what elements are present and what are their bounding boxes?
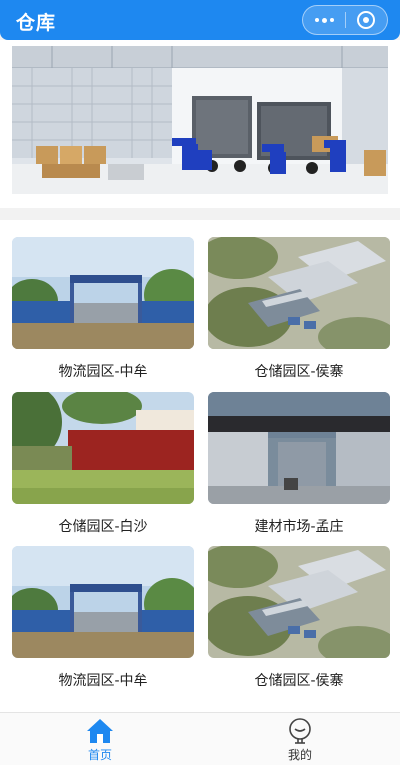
tab-home[interactable]: 首页 bbox=[0, 713, 200, 765]
warehouse-thumbnail bbox=[12, 237, 194, 349]
bottom-tab-bar: 首页 我的 bbox=[0, 712, 400, 765]
warehouse-name: 仓储园区-侯寨 bbox=[254, 673, 344, 689]
warehouse-thumbnail bbox=[208, 237, 390, 349]
warehouse-name: 仓储园区-侯寨 bbox=[254, 364, 344, 380]
page-title: 仓库 bbox=[16, 12, 57, 34]
warehouse-thumbnail bbox=[12, 392, 194, 504]
tab-mine-label: 我的 bbox=[287, 748, 312, 762]
tab-home-label: 首页 bbox=[87, 748, 112, 762]
home-icon bbox=[87, 719, 113, 743]
warehouse-card[interactable]: 物流园区-中牟 bbox=[12, 237, 194, 380]
warehouse-thumbnail bbox=[208, 546, 390, 658]
warehouse-name: 仓储园区-白沙 bbox=[58, 519, 148, 535]
warehouse-grid: 物流园区-中牟 仓储园区-侯寨 仓储园区-白沙 建材市场-孟庄 物流园区-中牟 … bbox=[0, 220, 400, 712]
warehouse-card[interactable]: 建材市场-孟庄 bbox=[208, 392, 390, 535]
mini-program-capsule bbox=[302, 5, 388, 35]
warehouse-thumbnail bbox=[208, 392, 390, 504]
warehouse-card[interactable]: 仓储园区-白沙 bbox=[12, 392, 194, 535]
top-navigation-bar: 仓库 bbox=[0, 0, 400, 40]
warehouse-thumbnail bbox=[12, 546, 194, 658]
warehouse-name: 物流园区-中牟 bbox=[58, 673, 148, 689]
warehouse-card[interactable]: 仓储园区-侯寨 bbox=[208, 546, 390, 689]
warehouse-card[interactable]: 物流园区-中牟 bbox=[12, 546, 194, 689]
warehouse-card[interactable]: 仓储园区-侯寨 bbox=[208, 237, 390, 380]
target-close-icon[interactable] bbox=[346, 6, 387, 34]
warehouse-name: 建材市场-孟庄 bbox=[254, 519, 344, 535]
warehouse-name: 物流园区-中牟 bbox=[58, 364, 148, 380]
banner-section bbox=[0, 40, 400, 208]
more-dots-icon[interactable] bbox=[303, 6, 345, 34]
tab-mine[interactable]: 我的 bbox=[200, 713, 400, 765]
warehouse-banner-image[interactable] bbox=[12, 46, 388, 194]
user-icon bbox=[289, 718, 311, 744]
